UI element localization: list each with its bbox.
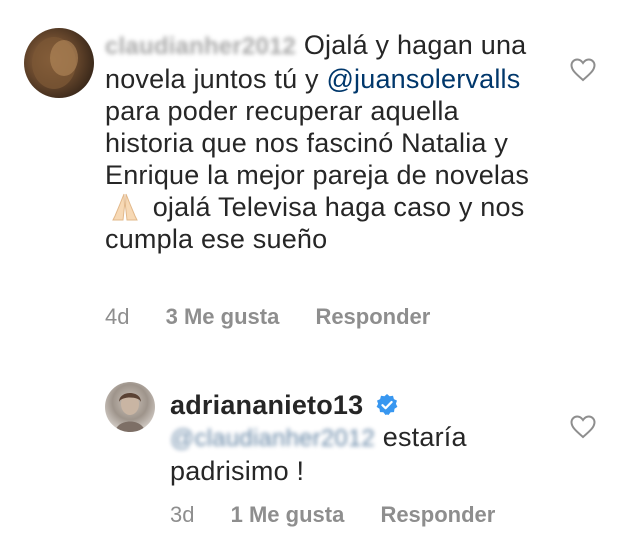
comment-2: adriananieto13 @claudianher2012 estaría …: [0, 360, 640, 558]
comment-text: adriananieto13 @claudianher2012 estaría …: [170, 389, 550, 487]
reply-button[interactable]: Responder: [315, 304, 430, 329]
blurred-mention[interactable]: @claudianher2012: [170, 425, 375, 452]
likes-count-button[interactable]: 3 Me gusta: [166, 304, 280, 329]
comment-text-part-3: ojalá Televisa haga caso y nos cumpla es…: [105, 192, 525, 254]
comment-text: claudianher2012 Ojalá y hagan una novela…: [105, 29, 555, 255]
username-link[interactable]: adriananieto13: [170, 390, 363, 420]
comment-time: 4d: [105, 304, 130, 329]
reply-button[interactable]: Responder: [380, 502, 495, 527]
avatar-image: [115, 393, 145, 432]
like-button[interactable]: [570, 415, 596, 439]
mention-link[interactable]: @juansolervalls: [326, 64, 520, 94]
comment-time: 3d: [170, 502, 195, 527]
comment-meta: 4d 3 Me gusta Responder: [105, 304, 460, 330]
verified-badge-icon: [375, 392, 399, 416]
avatar-image: [32, 37, 78, 89]
blurred-username[interactable]: claudianher2012: [105, 33, 296, 60]
heart-outline-icon: [570, 58, 596, 82]
folded-hands-emoji-icon: [109, 192, 141, 222]
avatar[interactable]: [24, 28, 94, 98]
like-button[interactable]: [570, 58, 596, 82]
likes-count-button[interactable]: 1 Me gusta: [231, 502, 345, 527]
comment-1: claudianher2012 Ojalá y hagan una novela…: [0, 0, 640, 350]
avatar[interactable]: [105, 382, 155, 432]
comment-meta: 3d 1 Me gusta Responder: [170, 502, 525, 528]
comment-text-part-2: para poder recuperar aquella historia qu…: [105, 96, 530, 190]
heart-outline-icon: [570, 415, 596, 439]
